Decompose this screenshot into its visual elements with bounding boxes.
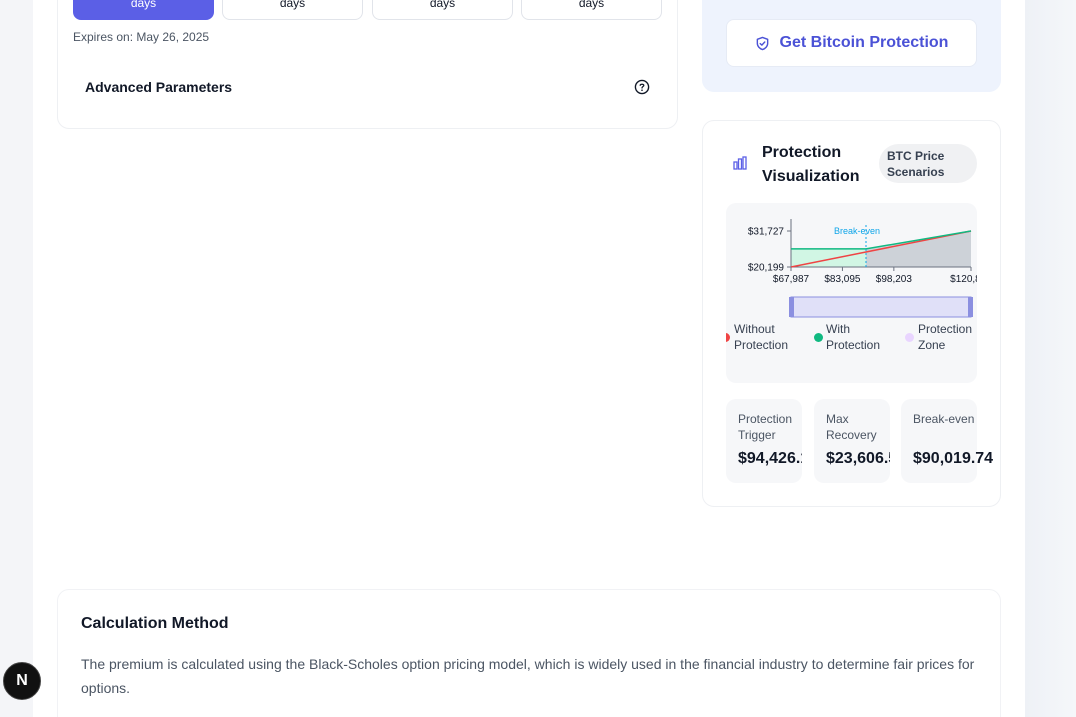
range-brush [790, 296, 972, 318]
duration-option-4[interactable]: days [521, 0, 662, 20]
break-even-label: Break-even [834, 226, 880, 236]
brush-handle-right [968, 297, 973, 317]
metric-label: Protection Trigger [738, 412, 793, 442]
right-background [1025, 0, 1076, 717]
get-bitcoin-protection-button[interactable]: Get Bitcoin Protection [726, 19, 977, 67]
metric-label: Max Recovery [826, 412, 877, 442]
legend-dot-zone [905, 333, 914, 342]
advanced-parameters-toggle[interactable]: Advanced Parameters [85, 79, 232, 95]
metric-value: $94,426.1 [738, 450, 802, 467]
legend-with-protection: With Protection [826, 322, 881, 352]
nextjs-dev-badge[interactable]: N [3, 662, 41, 700]
metric-value: $23,606.5 [826, 450, 890, 467]
legend-without-protection: Without Protection [734, 322, 789, 352]
calculation-method-title: Calculation Method [81, 615, 229, 632]
cta-label: Get Bitcoin Protection [779, 34, 949, 51]
duration-option-1[interactable]: days [73, 0, 214, 20]
chart-svg: Break-even $31,727 $20,199$67,987 $83,095 $9… [748, 219, 977, 318]
metric-break-even: Break-even $90,019.74 [901, 399, 993, 483]
brush-handle-left [789, 297, 794, 317]
visualization-title: Protection Visualization [762, 144, 860, 185]
protection-chart: Break-even $31,727 $20,199 $67,987 $83,095 $9… [726, 203, 977, 383]
metric-value: $90,019.74 [913, 450, 994, 467]
bar-chart-icon [733, 156, 747, 170]
x-tick-label: $83,095 [824, 274, 861, 285]
metric-max-recovery: Max Recovery $23,606.5 [814, 399, 890, 483]
y-tick-label: $20,199 [748, 263, 785, 274]
legend-protection-zone: Protection Zone [918, 322, 973, 352]
shield-check-icon [756, 36, 768, 50]
expiry-date: Expires on: May 26, 2025 [73, 30, 210, 44]
duration-option-2[interactable]: days [222, 0, 363, 20]
help-circle-icon[interactable] [634, 79, 650, 95]
y-tick-label: $31,727 [748, 227, 785, 238]
x-tick-label: $120,866 [950, 274, 977, 285]
btc-price-scenarios-badge: BTC Price Scenarios [879, 144, 977, 183]
x-tick-label: $67,987 [773, 274, 810, 285]
metric-protection-trigger: Protection Trigger $94,426.1 [726, 399, 802, 483]
duration-option-3[interactable]: days [372, 0, 513, 20]
metric-label: Break-even [913, 412, 975, 426]
x-tick-label: $98,203 [876, 274, 913, 285]
legend-dot-with [814, 333, 823, 342]
calculation-method-text: The premium is calculated using the Blac… [81, 656, 975, 696]
